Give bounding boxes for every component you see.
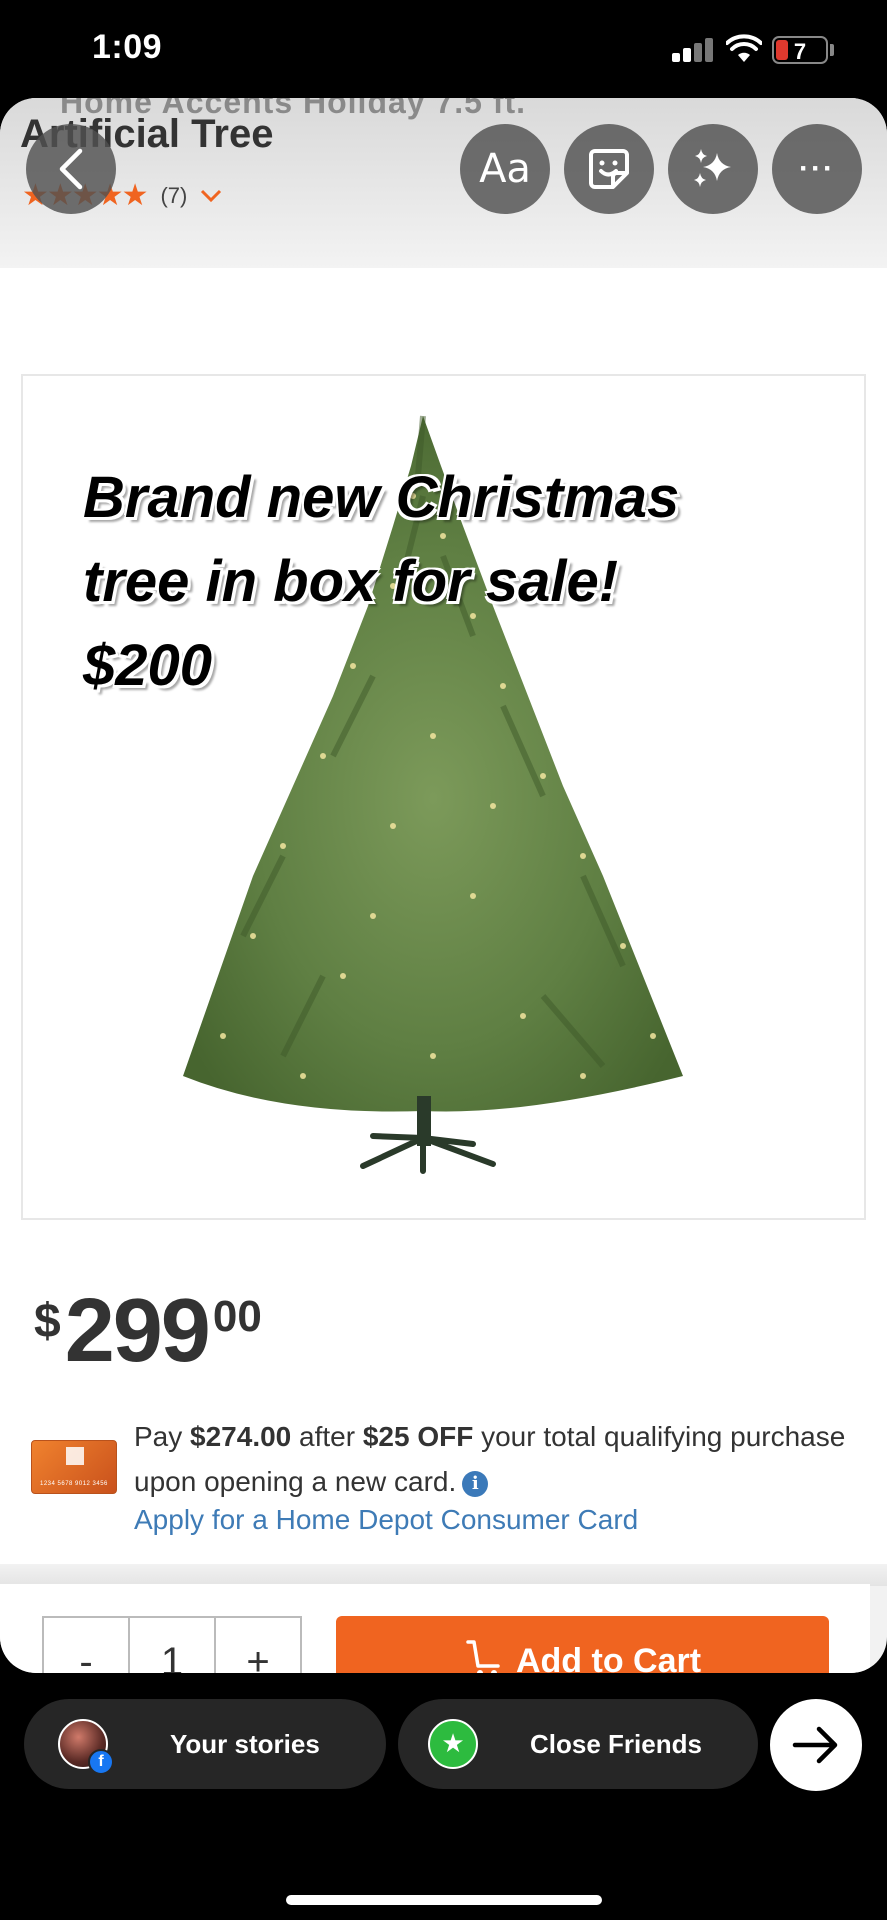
cellular-signal-icon xyxy=(672,36,714,62)
story-canvas: Home Accents Holiday 7.5 ft. Artificial … xyxy=(0,98,887,1673)
chevron-left-icon xyxy=(59,148,83,190)
review-count: (7) xyxy=(160,182,188,208)
quantity-input[interactable]: 1 xyxy=(130,1618,216,1673)
your-stories-label: Your stories xyxy=(170,1729,320,1759)
story-caption-text[interactable]: Brand new Christmas tree in box for sale… xyxy=(83,456,803,708)
quantity-stepper: - 1 + xyxy=(42,1616,302,1673)
back-button[interactable] xyxy=(26,124,116,214)
arrow-right-icon xyxy=(792,1726,838,1764)
send-button[interactable] xyxy=(770,1699,862,1791)
promo-discount: $25 OFF xyxy=(362,1421,474,1452)
more-options-button[interactable]: ··· xyxy=(772,124,862,214)
cart-icon xyxy=(466,1640,500,1673)
product-image-panel: Brand new Christmas tree in box for sale… xyxy=(0,268,887,1426)
status-bar: 1:09 7 xyxy=(0,0,887,98)
apply-card-link[interactable]: Apply for a Home Depot Consumer Card xyxy=(134,1504,638,1536)
sticker-button[interactable] xyxy=(564,124,654,214)
quantity-increase-button[interactable]: + xyxy=(216,1618,300,1673)
text-tool-button[interactable]: Aa xyxy=(460,124,550,214)
close-friends-button[interactable]: ★ Close Friends xyxy=(398,1699,758,1789)
battery-level: 7 xyxy=(793,39,807,64)
story-share-bar: f Your stories ★ Close Friends xyxy=(0,1673,887,1920)
close-friends-label: Close Friends xyxy=(530,1729,702,1759)
cart-row: - 1 + Add to Cart xyxy=(0,1584,870,1673)
price-cents: 00 xyxy=(212,1292,262,1341)
quantity-decrease-button[interactable]: - xyxy=(44,1618,130,1673)
info-icon[interactable]: i xyxy=(462,1470,489,1497)
product-image[interactable]: Brand new Christmas tree in box for sale… xyxy=(21,374,866,1220)
credit-card-image: 1234 5678 9012 3456 xyxy=(31,1440,117,1494)
battery-icon: 7 xyxy=(772,36,828,64)
add-to-cart-label: Add to Cart xyxy=(515,1642,702,1673)
promo-pay-amount: $274.00 xyxy=(190,1421,292,1452)
sticker-icon xyxy=(589,149,629,189)
card-promo-text: Pay $274.00 after $25 OFF your total qua… xyxy=(134,1421,846,1497)
section-divider xyxy=(0,1564,887,1586)
status-time: 1:09 xyxy=(92,28,163,66)
your-stories-button[interactable]: f Your stories xyxy=(24,1699,386,1789)
chevron-down-icon xyxy=(201,189,222,202)
home-depot-logo-icon xyxy=(66,1447,84,1465)
add-to-cart-button[interactable]: Add to Cart xyxy=(336,1616,829,1673)
wifi-icon xyxy=(726,34,762,62)
effects-button[interactable] xyxy=(668,124,758,214)
price-currency: $ xyxy=(34,1295,61,1348)
star-icon: ★ xyxy=(428,1719,478,1769)
sparkles-icon xyxy=(694,149,731,187)
product-price: $ 299 00 xyxy=(34,1286,262,1376)
card-number: 1234 5678 9012 3456 xyxy=(40,1481,108,1487)
facebook-icon: f xyxy=(88,1749,114,1775)
home-indicator[interactable] xyxy=(286,1895,602,1905)
price-section: $ 299 00 1234 5678 9012 3456 Pay $274.00… xyxy=(0,1234,887,1564)
price-dollars: 299 xyxy=(64,1281,211,1381)
